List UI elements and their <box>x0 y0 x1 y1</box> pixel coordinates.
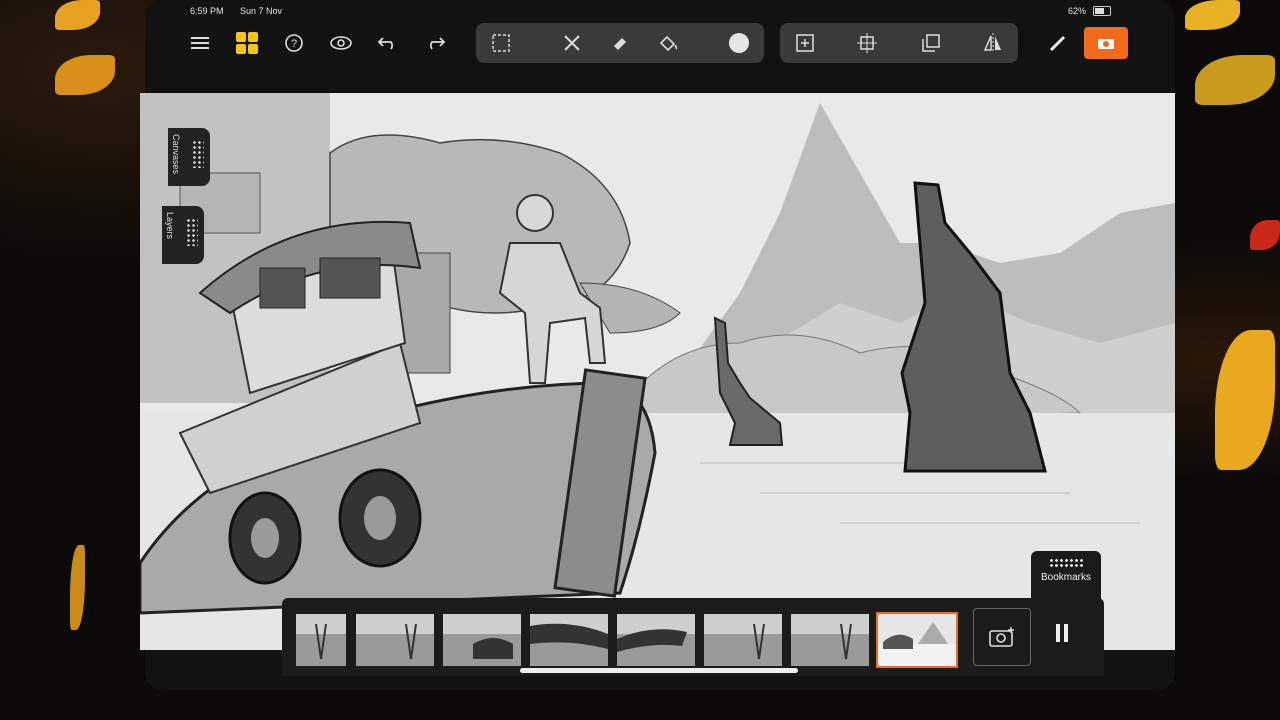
pause-button[interactable] <box>1054 624 1070 642</box>
camera-icon <box>1098 39 1114 49</box>
pen-icon[interactable] <box>1045 30 1071 56</box>
leaf-decoration <box>1250 220 1280 250</box>
layers-tab-label: Layers <box>165 212 175 240</box>
selection-icon[interactable] <box>488 30 514 56</box>
fill-icon[interactable] <box>655 30 681 56</box>
undo-icon[interactable] <box>375 30 401 56</box>
drawing-canvas[interactable] <box>140 93 1175 650</box>
eraser-icon[interactable] <box>607 30 633 56</box>
leaf-decoration <box>1215 330 1275 470</box>
redo-icon[interactable] <box>422 30 448 56</box>
timeline-frame[interactable] <box>443 614 521 666</box>
svg-text:?: ? <box>291 38 297 50</box>
leaf-decoration <box>70 545 85 630</box>
help-icon[interactable]: ? <box>281 30 307 56</box>
layers-tab[interactable]: Layers <box>162 206 204 264</box>
status-time: 6:59 PM <box>190 6 224 16</box>
menu-icon[interactable] <box>187 30 213 56</box>
canvases-tab-label: Canvases <box>171 134 181 175</box>
flip-icon[interactable] <box>980 30 1006 56</box>
timeline-frame[interactable] <box>296 614 346 666</box>
apps-icon[interactable] <box>234 30 260 56</box>
leaf-decoration <box>55 0 100 30</box>
timeline-frame[interactable] <box>617 614 695 666</box>
add-frame-icon[interactable] <box>792 30 818 56</box>
status-date: Sun 7 Nov <box>240 6 283 16</box>
timeline-frame[interactable] <box>704 614 782 666</box>
timeline-frame[interactable] <box>356 614 434 666</box>
grip-icon <box>1049 558 1083 568</box>
canvases-tab[interactable]: Canvases <box>168 128 210 186</box>
brush-size-icon[interactable] <box>726 30 752 56</box>
timeline-frame-selected[interactable] <box>876 612 958 668</box>
bookmarks-tab[interactable]: Bookmarks <box>1031 551 1101 599</box>
camera-capture-button[interactable] <box>1084 27 1128 59</box>
leaf-decoration <box>1195 55 1275 105</box>
bookmarks-label: Bookmarks <box>1040 572 1091 583</box>
leaf-decoration <box>55 55 115 95</box>
battery-icon <box>1093 6 1111 16</box>
leaf-decoration <box>1185 0 1240 30</box>
timeline-frame[interactable] <box>791 614 869 666</box>
camera-plus-icon <box>989 627 1014 647</box>
home-indicator <box>520 668 798 673</box>
cut-icon[interactable] <box>559 30 585 56</box>
timeline-strip <box>282 598 1104 676</box>
grip-icon <box>186 218 198 246</box>
transform-icon[interactable] <box>854 30 880 56</box>
status-battery: 62% <box>1068 6 1087 16</box>
add-camera-frame-button[interactable] <box>973 608 1031 666</box>
timeline-frame[interactable] <box>530 614 608 666</box>
onion-skin-icon[interactable] <box>328 30 354 56</box>
grip-icon <box>192 140 204 168</box>
layer-copy-icon[interactable] <box>918 30 944 56</box>
